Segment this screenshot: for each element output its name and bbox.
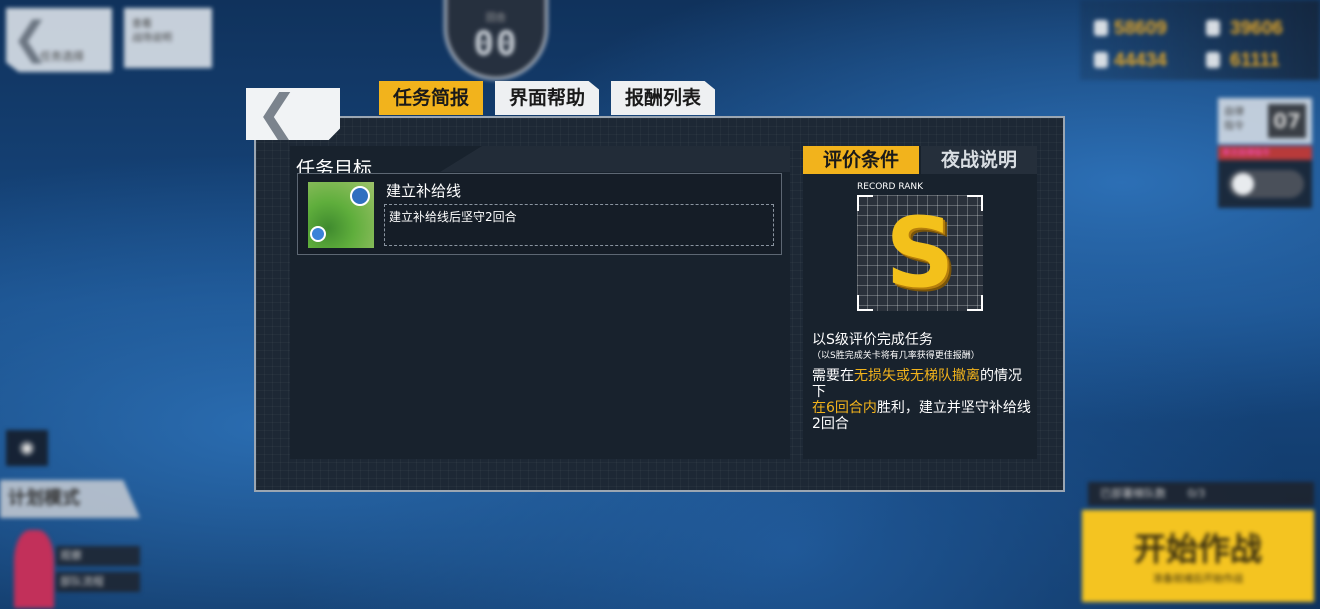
left-row-process[interactable]: 部队流程 <box>56 572 140 592</box>
rank-title: 以S级评价完成任务 <box>812 332 933 348</box>
chevron-left-icon: ❮ <box>256 84 298 142</box>
rank-note: （以S胜完成关卡将有几率获得更佳报酬） <box>812 351 980 361</box>
round-value: 00 <box>473 24 519 64</box>
rank-description: 以S级评价完成任务 （以S胜完成关卡将有几率获得更佳报酬） 需要在无损失或无梯队… <box>812 332 1032 432</box>
objective-item: 建立补给线 建立补给线后坚守2回合 <box>297 173 782 255</box>
dialog-back-button[interactable]: ❮ <box>246 88 340 140</box>
rations-icon <box>1094 52 1108 68</box>
tab-reward-list[interactable]: 报酬列表 <box>611 81 715 115</box>
fairy-icon[interactable] <box>14 530 54 608</box>
resource-panel: 58609 39606 44434 61111 <box>1080 0 1320 80</box>
round-label: 回合 <box>486 13 506 24</box>
left-row-observe[interactable]: 观察 <box>56 546 140 566</box>
rank-condition: 需要在无损失或无梯队撤离的情况下 在6回合内胜利，建立并坚守补给线2回合 <box>812 368 1031 432</box>
objective-title: 建立补给线 <box>386 182 462 200</box>
rank-grade: S <box>885 197 955 309</box>
deployed-label: 已部署梯队数 <box>1100 487 1166 500</box>
back-to-mission-select[interactable]: ❮ 任务选择 <box>6 8 112 72</box>
record-rank-label: RECORD RANK <box>857 182 924 192</box>
auto-toggle-widget[interactable]: 单次自律指令 <box>1218 146 1312 208</box>
resource-manpower: 58609 <box>1114 18 1167 39</box>
tab-night-battle-info[interactable]: 夜战说明 <box>921 146 1037 174</box>
objective-description: 建立补给线后坚守2回合 <box>384 204 774 246</box>
auto-command-label: 自律 指令 <box>1224 107 1244 132</box>
tab-rank-conditions[interactable]: 评价条件 <box>803 146 919 174</box>
objective-map-thumbnail <box>308 182 374 248</box>
eye-icon[interactable]: ◉ <box>6 430 48 466</box>
battlefield-info-label: 查看 战场说明 <box>132 19 172 44</box>
manpower-icon <box>1094 20 1108 36</box>
start-battle-sub: 准备就绪后开始作战 <box>1153 574 1243 585</box>
resource-rations: 44434 <box>1114 50 1167 71</box>
start-battle-button[interactable]: 开始作战 准备就绪后开始作战 <box>1082 510 1314 602</box>
auto-command-value: 07 <box>1268 104 1306 138</box>
ammo-icon <box>1206 20 1220 36</box>
auto-toggle-switch[interactable] <box>1228 170 1304 198</box>
back-label: 任务选择 <box>40 50 84 63</box>
rank-badge: S <box>857 195 983 311</box>
start-battle-label: 开始作战 <box>1133 530 1262 568</box>
auto-toggle-label: 单次自律指令 <box>1218 146 1312 160</box>
round-counter: 回合 00 <box>444 0 548 80</box>
tab-interface-help[interactable]: 界面帮助 <box>495 81 599 115</box>
resource-parts: 61111 <box>1230 50 1280 71</box>
map-node-icon <box>310 226 326 242</box>
plan-mode-button[interactable]: 计划模式 <box>0 480 140 518</box>
battlefield-info-button[interactable]: 查看 战场说明 <box>124 8 212 68</box>
resource-ammo: 39606 <box>1230 18 1283 39</box>
auto-command-widget[interactable]: 自律 指令 07 <box>1218 98 1312 144</box>
deployed-echelons: 已部署梯队数 0/3 <box>1088 482 1314 506</box>
tab-mission-briefing[interactable]: 任务简报 <box>379 81 483 115</box>
map-node-icon <box>350 186 370 206</box>
parts-icon <box>1206 52 1220 68</box>
deployed-value: 0/3 <box>1187 487 1206 500</box>
